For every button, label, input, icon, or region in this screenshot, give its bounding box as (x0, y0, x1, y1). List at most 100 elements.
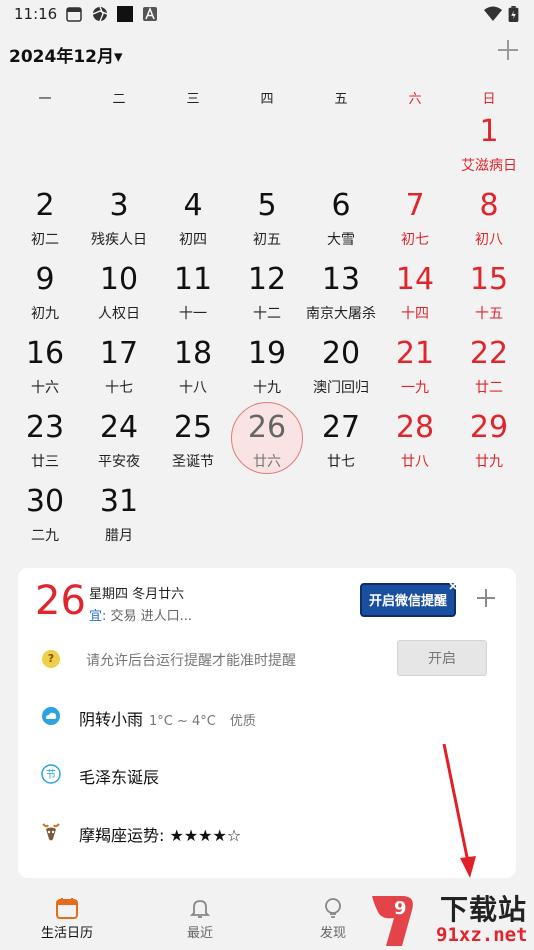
lunar-label: 廿九 (475, 454, 503, 470)
add-event-icon[interactable] (494, 36, 522, 64)
day-number: 21 (395, 336, 435, 371)
day-detail-card: 26 星期四 冬月廿六 宜: 交易 进人口... 开启微信提醒 ? 请允许后台运… (18, 568, 516, 878)
selected-date: 26 (35, 578, 86, 624)
day-cell[interactable]: 6 大雪 (304, 180, 378, 254)
square-status-icon (117, 6, 133, 22)
day-number: 20 (321, 336, 361, 371)
weather-text: 阴转小雨 (79, 710, 144, 729)
day-cell[interactable]: 4 初四 (156, 180, 230, 254)
day-number: 5 (257, 188, 277, 223)
day-cell[interactable]: 24 平安夜 (82, 402, 156, 476)
day-cell[interactable]: 20 澳门回归 (304, 328, 378, 402)
festival-icon: 节 (41, 764, 61, 784)
day-cell[interactable]: 5 初五 (230, 180, 304, 254)
day-number: 9 (35, 262, 55, 297)
day-number: 2 (35, 188, 55, 223)
lunar-label: 廿二 (475, 380, 503, 396)
month-selector[interactable]: 2024年12月▾ (9, 42, 123, 67)
day-number: 7 (405, 188, 425, 223)
yi-suggestion[interactable]: 宜: 交易 进人口... (89, 605, 192, 624)
nav-discover[interactable]: 发现 (283, 888, 383, 950)
day-number: 27 (321, 410, 361, 445)
day-cell[interactable]: 11 十一 (156, 254, 230, 328)
day-cell[interactable]: 29 廿九 (452, 402, 526, 476)
weekday-label: 五 (334, 92, 348, 107)
day-cell[interactable]: 16 十六 (8, 328, 82, 402)
day-cell[interactable]: 26 廿六 (230, 402, 304, 476)
day-number: 15 (469, 262, 509, 297)
question-icon: ? (42, 650, 60, 668)
day-cell[interactable]: 13 南京大屠杀 (304, 254, 378, 328)
day-number: 31 (99, 484, 139, 519)
day-cell[interactable]: 10 人权日 (82, 254, 156, 328)
day-number: 25 (173, 410, 213, 445)
day-cell[interactable]: 1 艾滋病日 (452, 106, 526, 180)
day-cell[interactable]: 7 初七 (378, 180, 452, 254)
day-cell[interactable]: 17 十七 (82, 328, 156, 402)
day-number: 30 (25, 484, 65, 519)
day-number: 8 (479, 188, 499, 223)
day-cell[interactable]: 28 廿八 (378, 402, 452, 476)
status-bar: 11:16 (0, 0, 534, 28)
day-cell[interactable]: 21 一九 (378, 328, 452, 402)
calendar-status-icon (66, 7, 82, 22)
lunar-label: 初八 (475, 232, 503, 248)
day-cell[interactable]: 15 十五 (452, 254, 526, 328)
day-number: 11 (173, 262, 213, 297)
weather-row[interactable]: 阴转小雨 1°C ~ 4°C 优质 (18, 696, 516, 736)
day-cell[interactable]: 2 初二 (8, 180, 82, 254)
day-cell[interactable]: 9 初九 (8, 254, 82, 328)
day-cell[interactable]: 23 廿三 (8, 402, 82, 476)
nav-life-calendar[interactable]: 生活日历 (17, 888, 117, 950)
close-icon[interactable] (448, 581, 458, 591)
calendar-icon (56, 898, 78, 919)
day-cell[interactable]: 12 十二 (230, 254, 304, 328)
day-number: 3 (109, 188, 129, 223)
lunar-label: 腊月 (105, 528, 133, 544)
weather-cloud-icon (42, 707, 60, 725)
day-number: 19 (247, 336, 287, 371)
nav-label: 生活日历 (40, 926, 93, 941)
wechat-reminder-button[interactable]: 开启微信提醒 (360, 581, 458, 617)
horoscope-text: 摩羯座运势: ★★★★☆ (79, 826, 242, 845)
bell-icon (189, 900, 211, 918)
day-number: 4 (183, 188, 203, 223)
festival-row[interactable]: 节 毛泽东诞辰 (18, 754, 516, 794)
wechat-reminder-label: 开启微信提醒 (368, 594, 447, 609)
enable-permission-button[interactable]: 开启 (397, 640, 487, 676)
aperture-status-icon (92, 6, 108, 22)
capricorn-icon (42, 823, 60, 841)
weekday-label: 六 (408, 92, 422, 107)
festival-text: 毛泽东诞辰 (79, 768, 160, 787)
day-cell[interactable]: 25 圣诞节 (156, 402, 230, 476)
day-number: 26 (247, 410, 287, 445)
svg-text:节: 节 (46, 769, 56, 781)
status-time: 11:16 (14, 5, 58, 23)
svg-text:9: 9 (394, 898, 407, 919)
weekday-label: 日 (482, 92, 496, 107)
yi-text: 交易 进人口... (110, 609, 193, 624)
day-cell[interactable]: 8 初八 (452, 180, 526, 254)
add-reminder-icon[interactable] (476, 588, 496, 608)
nav-label: 最近 (186, 926, 213, 941)
day-number: 1 (479, 114, 499, 149)
day-cell[interactable]: 3 残疾人日 (82, 180, 156, 254)
day-cell[interactable]: 27 廿七 (304, 402, 378, 476)
day-number: 13 (321, 262, 361, 297)
day-cell[interactable]: 31 腊月 (82, 476, 156, 550)
watermark-url: 91xz.net (436, 924, 528, 946)
day-cell[interactable]: 18 十八 (156, 328, 230, 402)
day-number: 14 (395, 262, 435, 297)
day-cell[interactable]: 14 十四 (378, 254, 452, 328)
horoscope-row[interactable]: 摩羯座运势: ★★★★☆ (18, 812, 516, 852)
day-cell[interactable]: 22 廿二 (452, 328, 526, 402)
day-number: 28 (395, 410, 435, 445)
day-number: 17 (99, 336, 139, 371)
weekday-label: 三 (186, 92, 200, 107)
day-cell[interactable]: 19 十九 (230, 328, 304, 402)
lightbulb-icon (325, 898, 341, 918)
weather-temp: 1°C ~ 4°C (149, 714, 216, 729)
day-cell[interactable]: 30 二九 (8, 476, 82, 550)
air-quality: 优质 (229, 714, 256, 729)
nav-recent[interactable]: 最近 (150, 888, 250, 950)
